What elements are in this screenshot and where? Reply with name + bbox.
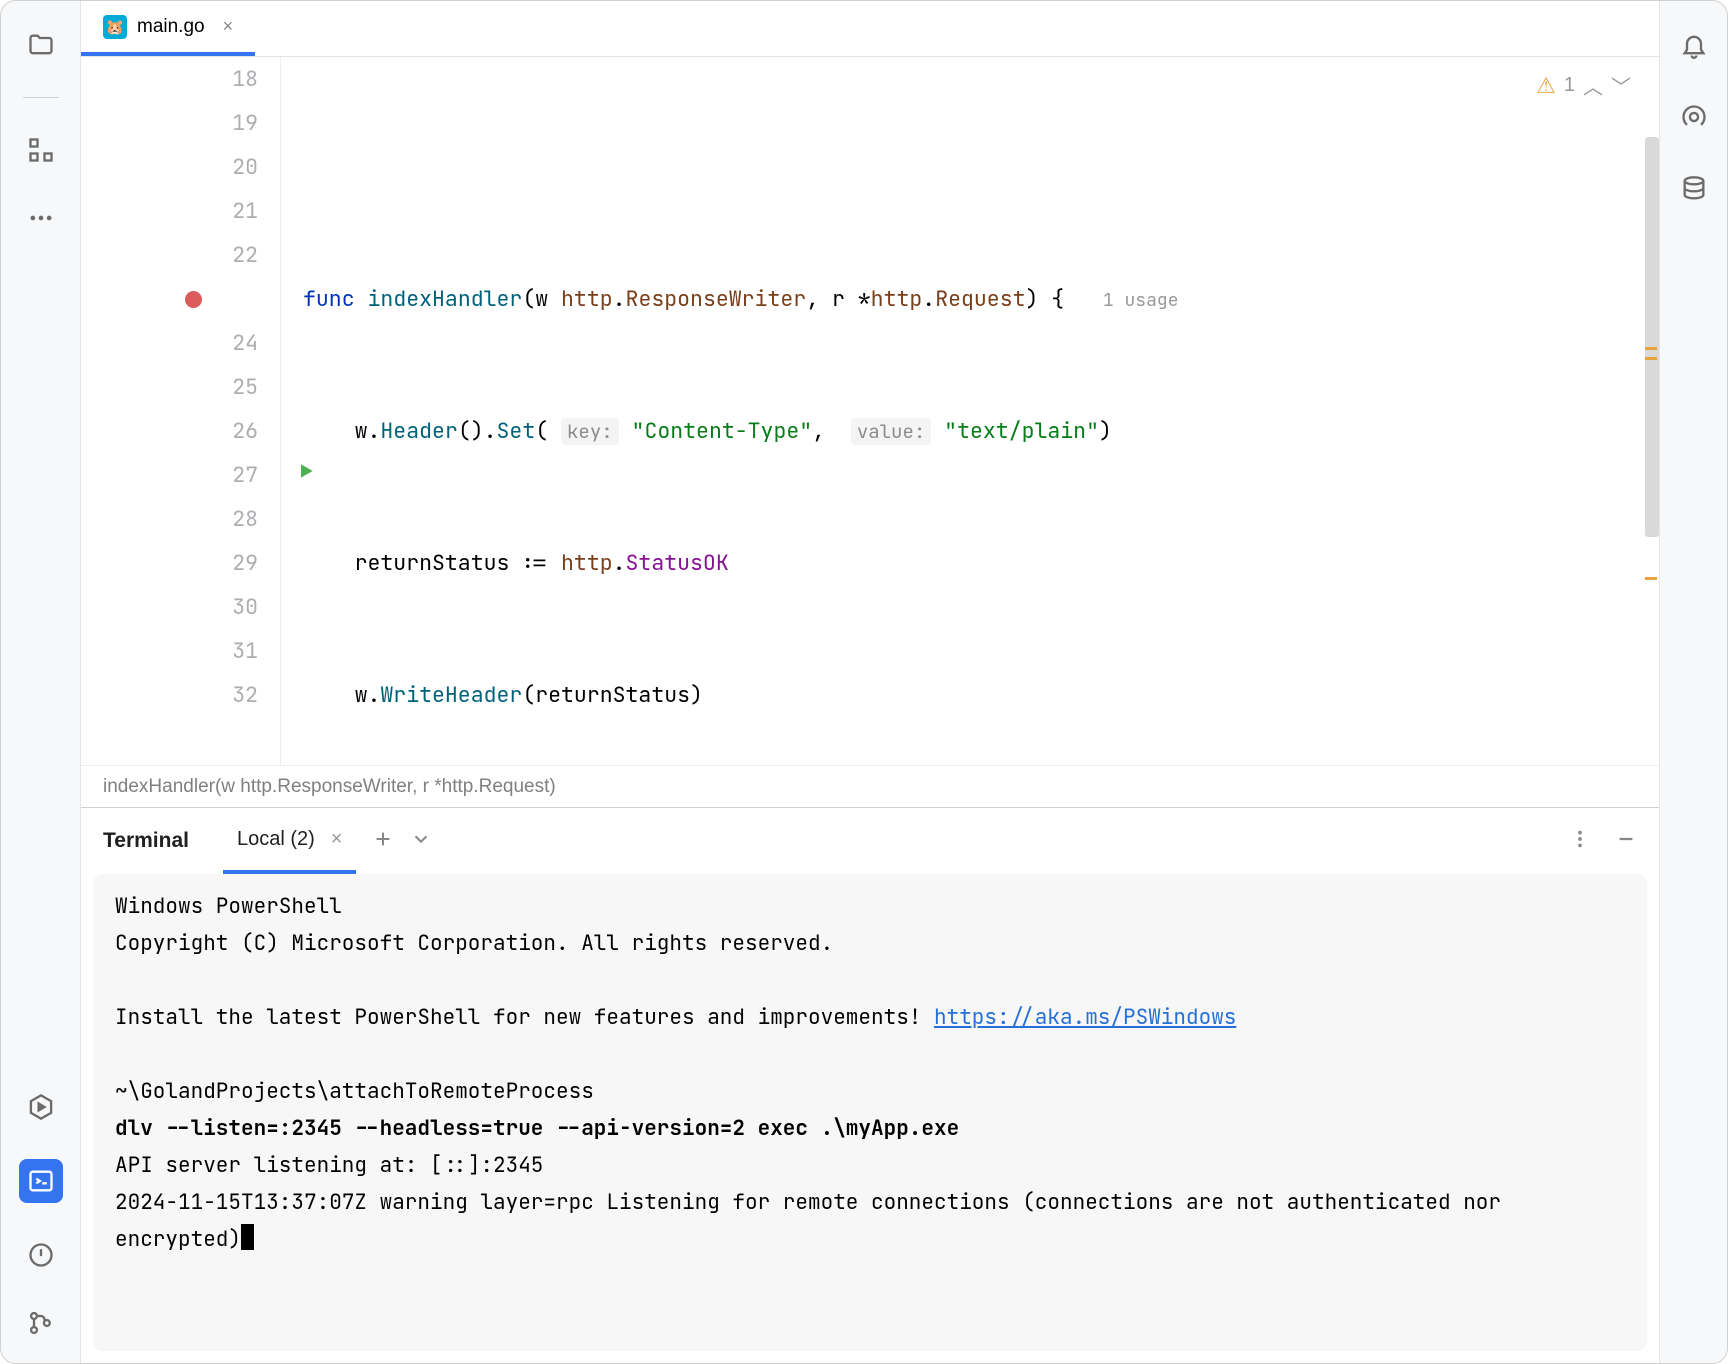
notifications-icon[interactable]: [1678, 29, 1710, 61]
warning-marker[interactable]: [1645, 357, 1657, 360]
tab-main-go[interactable]: 🐹 main.go ×: [81, 1, 255, 56]
line-number[interactable]: 30: [81, 585, 258, 629]
divider: [23, 97, 59, 98]
breakpoint-icon[interactable]: [185, 291, 202, 308]
terminal-tool-icon[interactable]: [19, 1159, 63, 1203]
chevron-up-icon[interactable]: ︿: [1583, 71, 1603, 100]
line-number[interactable]: 28: [81, 497, 258, 541]
inlay-hint: value:: [851, 418, 931, 445]
line-number[interactable]: 31: [81, 629, 258, 673]
minimize-panel-icon[interactable]: [1615, 828, 1637, 855]
project-folder-icon[interactable]: [25, 29, 57, 61]
line-number[interactable]: [81, 277, 258, 321]
right-tool-strip: [1659, 1, 1727, 1363]
code-area[interactable]: func indexHandler(w http.ResponseWriter,…: [281, 57, 1659, 765]
warning-icon: ⚠: [1536, 73, 1556, 99]
line-number[interactable]: 29: [81, 541, 258, 585]
line-number[interactable]: 27: [81, 453, 258, 497]
line-number[interactable]: 20: [81, 145, 258, 189]
gutter[interactable]: 18 19 20 21 22 24 25 26 27 28 29 30 31 3…: [81, 57, 281, 765]
terminal-options-icon[interactable]: [1569, 828, 1591, 855]
usages-hint[interactable]: 1 usage: [1103, 289, 1179, 312]
terminal-dropdown-icon[interactable]: [410, 828, 432, 855]
run-hex-icon[interactable]: [25, 1091, 57, 1123]
terminal-tab-local[interactable]: Local (2) ×: [223, 808, 357, 874]
powershell-link[interactable]: https://aka.ms/PSWindows: [934, 1004, 1236, 1031]
left-tool-strip: [1, 1, 81, 1363]
warning-marker[interactable]: [1645, 577, 1657, 580]
structure-icon[interactable]: [25, 134, 57, 166]
editor-tab-bar: 🐹 main.go ×: [81, 1, 1659, 57]
tab-filename: main.go: [137, 16, 205, 38]
close-tab-icon[interactable]: ×: [223, 16, 234, 37]
chevron-down-icon[interactable]: ﹀: [1611, 71, 1631, 100]
line-number[interactable]: 32: [81, 673, 258, 717]
line-number[interactable]: 25: [81, 365, 258, 409]
terminal-header: Terminal Local (2) ×: [81, 808, 1659, 874]
git-icon[interactable]: [25, 1307, 57, 1339]
new-terminal-button[interactable]: [372, 828, 394, 855]
line-number[interactable]: 19: [81, 101, 258, 145]
problems-icon[interactable]: [25, 1239, 57, 1271]
more-icon[interactable]: [25, 202, 57, 234]
line-number[interactable]: 21: [81, 189, 258, 233]
terminal-title: Terminal: [103, 829, 189, 853]
editor[interactable]: ⚠ 1 ︿ ﹀ 18 19 20 21 22 24 25 26 27 28 29…: [81, 57, 1659, 765]
line-number[interactable]: 22: [81, 233, 258, 277]
line-number[interactable]: 18: [81, 57, 258, 101]
terminal-panel: Terminal Local (2) ×: [81, 807, 1659, 1363]
line-number[interactable]: 24: [81, 321, 258, 365]
warning-marker[interactable]: [1645, 347, 1657, 350]
inlay-hint: key:: [561, 418, 619, 445]
ai-assistant-icon[interactable]: [1678, 101, 1710, 133]
main-column: 🐹 main.go × ⚠ 1 ︿ ﹀ 18 19 20 21 22 24: [81, 1, 1659, 1363]
database-icon[interactable]: [1678, 173, 1710, 205]
terminal-cursor: [241, 1224, 254, 1250]
error-stripe[interactable]: [1641, 57, 1659, 765]
warning-count: 1: [1564, 74, 1575, 97]
line-number[interactable]: 26: [81, 409, 258, 453]
scroll-thumb[interactable]: [1645, 137, 1659, 537]
breadcrumb[interactable]: indexHandler(w http.ResponseWriter, r *h…: [81, 765, 1659, 807]
terminal-output[interactable]: Windows PowerShell Copyright (C) Microso…: [93, 874, 1647, 1351]
close-terminal-tab-icon[interactable]: ×: [331, 828, 343, 851]
go-file-icon: 🐹: [103, 15, 127, 39]
inspection-summary[interactable]: ⚠ 1 ︿ ﹀: [1536, 71, 1631, 100]
